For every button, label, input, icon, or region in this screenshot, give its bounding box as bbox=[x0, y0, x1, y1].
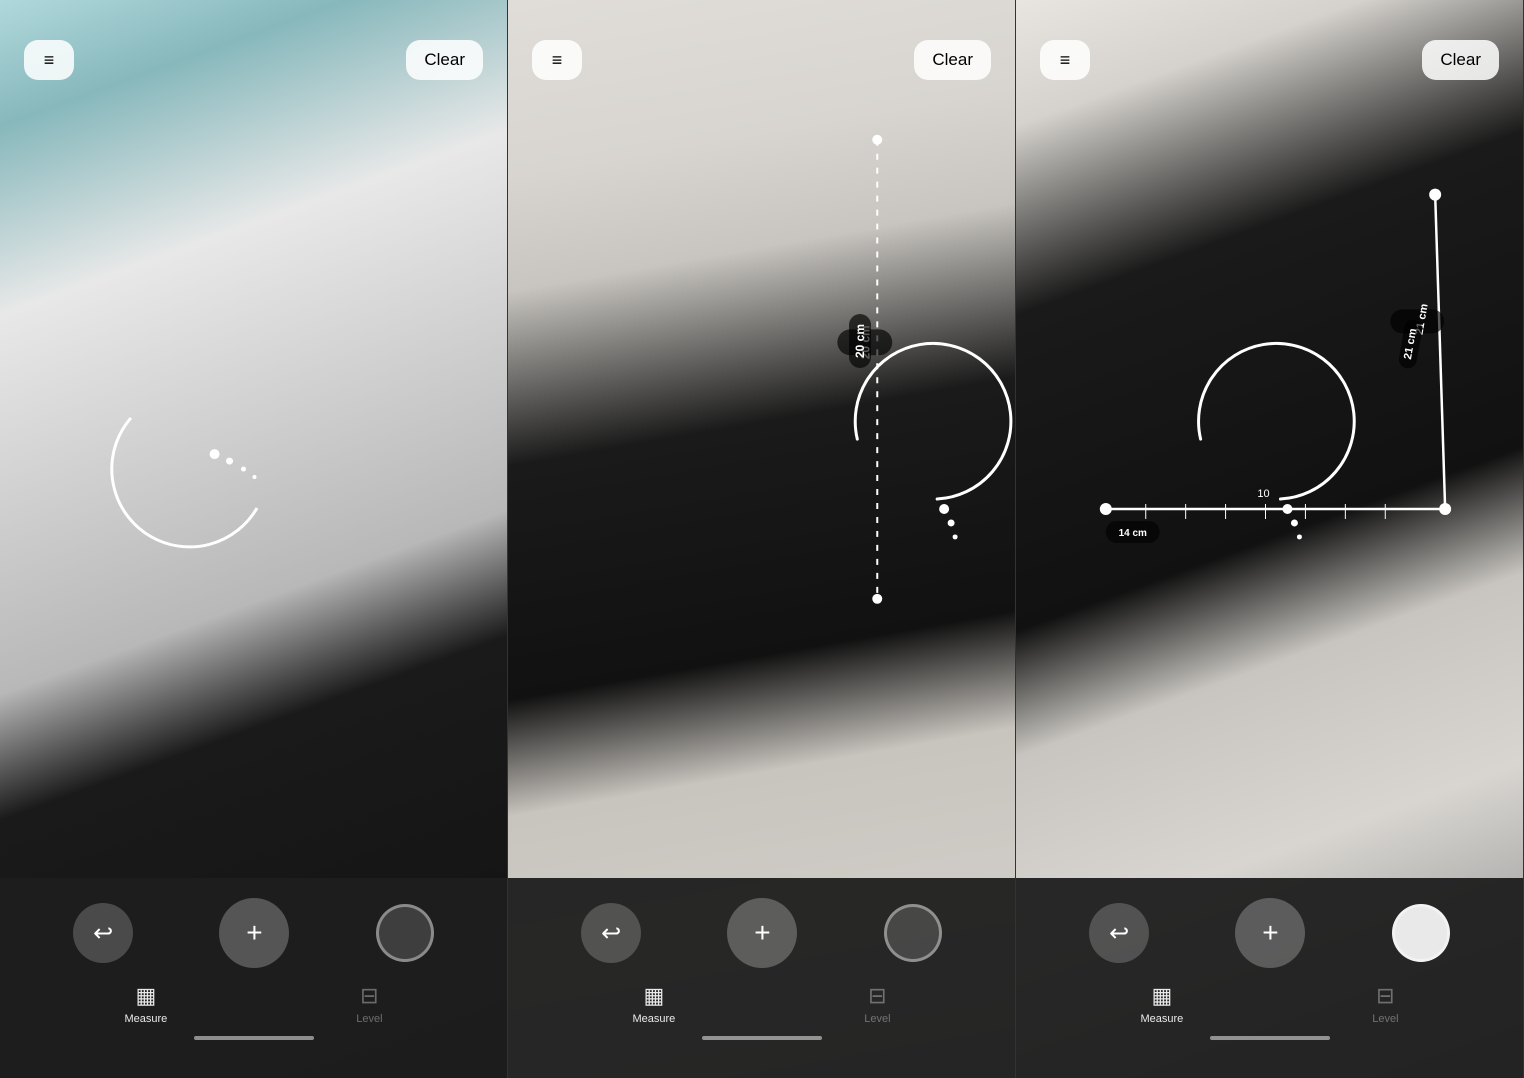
panel-1: ≡ Clear ↩ + ▦ Measure ⊟ Level bbox=[0, 0, 508, 1078]
level-label-1: Level bbox=[356, 1013, 382, 1025]
measure-icon-3: ▦ bbox=[1151, 983, 1172, 1009]
add-icon-3: + bbox=[1262, 917, 1278, 949]
menu-button-1[interactable]: ≡ bbox=[24, 40, 74, 80]
control-row-2: ↩ + bbox=[508, 878, 1015, 978]
menu-icon-3: ≡ bbox=[1060, 50, 1071, 71]
measure-icon-2: ▦ bbox=[643, 983, 664, 1009]
measurement-label-2: 20 cm bbox=[849, 314, 871, 368]
home-indicator-2 bbox=[702, 1036, 822, 1040]
home-indicator-1 bbox=[194, 1036, 314, 1040]
capture-button-2[interactable] bbox=[884, 904, 942, 962]
tab-row-3: ▦ Measure ⊟ Level bbox=[1016, 978, 1523, 1030]
level-icon-3: ⊟ bbox=[1376, 983, 1394, 1009]
level-icon-2: ⊟ bbox=[868, 983, 886, 1009]
tab-row-2: ▦ Measure ⊟ Level bbox=[508, 978, 1015, 1030]
level-icon-1: ⊟ bbox=[360, 983, 378, 1009]
measure-label-2: Measure bbox=[632, 1013, 675, 1025]
bottom-toolbar-2: ↩ + ▦ Measure ⊟ Level bbox=[508, 878, 1015, 1078]
tab-row-1: ▦ Measure ⊟ Level bbox=[0, 978, 507, 1030]
tab-level-3[interactable]: ⊟ Level bbox=[1372, 983, 1398, 1025]
top-overlay-3: ≡ Clear bbox=[1016, 0, 1523, 110]
menu-icon-1: ≡ bbox=[44, 50, 55, 71]
capture-button-1[interactable] bbox=[376, 904, 434, 962]
control-row-1: ↩ + bbox=[0, 878, 507, 978]
add-button-3[interactable]: + bbox=[1235, 898, 1305, 968]
clear-button-1[interactable]: Clear bbox=[406, 40, 483, 80]
undo-icon-3: ↩ bbox=[1109, 919, 1129, 948]
measure-label-3: Measure bbox=[1140, 1013, 1183, 1025]
level-label-2: Level bbox=[864, 1013, 890, 1025]
undo-button-2[interactable]: ↩ bbox=[581, 903, 641, 963]
measure-label-1: Measure bbox=[124, 1013, 167, 1025]
capture-button-3[interactable] bbox=[1392, 904, 1450, 962]
bottom-toolbar-3: ↩ + ▦ Measure ⊟ Level bbox=[1016, 878, 1523, 1078]
menu-button-3[interactable]: ≡ bbox=[1040, 40, 1090, 80]
undo-button-3[interactable]: ↩ bbox=[1089, 903, 1149, 963]
tab-measure-2[interactable]: ▦ Measure bbox=[632, 983, 675, 1025]
top-overlay-1: ≡ Clear bbox=[0, 0, 507, 110]
bottom-toolbar-1: ↩ + ▦ Measure ⊟ Level bbox=[0, 878, 507, 1078]
add-button-2[interactable]: + bbox=[727, 898, 797, 968]
undo-icon-2: ↩ bbox=[601, 919, 621, 948]
tab-level-2[interactable]: ⊟ Level bbox=[864, 983, 890, 1025]
tab-measure-3[interactable]: ▦ Measure bbox=[1140, 983, 1183, 1025]
clear-button-3[interactable]: Clear bbox=[1422, 40, 1499, 80]
menu-icon-2: ≡ bbox=[552, 50, 563, 71]
add-button-1[interactable]: + bbox=[219, 898, 289, 968]
panel-2: 20 cm 20 cm ≡ Clear ↩ + ▦ M bbox=[508, 0, 1016, 1078]
home-indicator-3 bbox=[1210, 1036, 1330, 1040]
level-label-3: Level bbox=[1372, 1013, 1398, 1025]
undo-button-1[interactable]: ↩ bbox=[73, 903, 133, 963]
menu-button-2[interactable]: ≡ bbox=[532, 40, 582, 80]
tab-level-1[interactable]: ⊟ Level bbox=[356, 983, 382, 1025]
undo-icon-1: ↩ bbox=[93, 919, 113, 948]
clear-button-2[interactable]: Clear bbox=[914, 40, 991, 80]
add-icon-2: + bbox=[754, 917, 770, 949]
tab-measure-1[interactable]: ▦ Measure bbox=[124, 983, 167, 1025]
control-row-3: ↩ + bbox=[1016, 878, 1523, 978]
measure-icon-1: ▦ bbox=[135, 983, 156, 1009]
panel-3: 10 21 cm 14 cm 21 cm ≡ Clear ↩ + bbox=[1016, 0, 1524, 1078]
add-icon-1: + bbox=[246, 917, 262, 949]
top-overlay-2: ≡ Clear bbox=[508, 0, 1015, 110]
